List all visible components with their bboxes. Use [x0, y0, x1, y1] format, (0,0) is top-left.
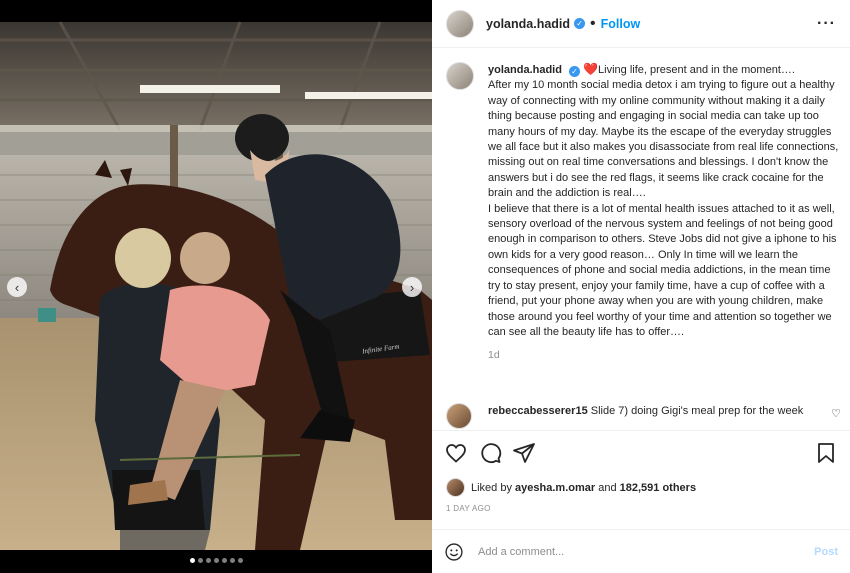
add-comment-input[interactable]	[476, 544, 815, 559]
carousel-dot	[237, 558, 243, 563]
caption-avatar[interactable]	[446, 62, 474, 90]
caption-timestamp[interactable]: 1d	[488, 348, 841, 363]
comment-text: Slide 7) doing Gigi's meal prep for the …	[590, 405, 804, 417]
separator-dot: •	[590, 14, 596, 32]
post-date[interactable]: 1 DAY AGO	[446, 504, 491, 513]
post-comment-button[interactable]: Post	[814, 546, 838, 558]
liker-username[interactable]: ayesha.m.omar	[515, 482, 595, 494]
comment-username[interactable]: rebeccabesserer15	[488, 405, 588, 417]
header-username[interactable]: yolanda.hadid	[486, 17, 570, 31]
comment-bubble-icon[interactable]	[478, 441, 502, 465]
carousel-dots	[0, 558, 432, 563]
likes-connector: and	[598, 481, 617, 494]
heart-emoji-icon: ❤️	[583, 62, 599, 76]
carousel-next-button[interactable]: ›	[402, 277, 422, 297]
post-actions	[432, 430, 850, 474]
chevron-right-icon: ›	[409, 279, 415, 295]
emoji-smiley-icon[interactable]	[444, 542, 464, 562]
comment-like-icon[interactable]: ♡	[831, 407, 841, 420]
instagram-post-modal: ‹ › Infinite Farm yolanda.hadid ✓ • Foll…	[0, 0, 850, 573]
caption-body: yolanda.hadid ✓ ❤️Living life, present a…	[488, 62, 841, 364]
likes-text: Liked by ayesha.m.omar and 182,591 other…	[471, 482, 696, 494]
post-side-panel: yolanda.hadid ✓ • Follow ··· yolanda.had…	[432, 0, 850, 573]
likes-count-link[interactable]: 182,591 others	[620, 482, 696, 494]
carousel-dot	[213, 558, 219, 563]
more-options-icon[interactable]: ···	[817, 15, 836, 33]
carousel-dot	[229, 558, 235, 563]
caption-username[interactable]: yolanda.hadid	[488, 64, 562, 76]
caption-text: Living life, present and in the moment….…	[488, 64, 839, 338]
chevron-left-icon: ‹	[14, 279, 20, 295]
share-paper-plane-icon[interactable]	[512, 441, 536, 465]
carousel-dot	[221, 558, 227, 563]
caption: yolanda.hadid ✓ ❤️Living life, present a…	[446, 62, 841, 364]
liker-avatar[interactable]	[446, 478, 465, 497]
follow-button[interactable]: Follow	[601, 17, 641, 31]
like-heart-icon[interactable]	[444, 441, 468, 465]
photo-illustration	[0, 0, 432, 573]
carousel-dot	[197, 558, 203, 563]
verified-badge-icon: ✓	[569, 66, 581, 78]
carousel-dot	[189, 558, 195, 563]
post-header: yolanda.hadid ✓ • Follow ···	[432, 0, 850, 48]
carousel-prev-button[interactable]: ‹	[7, 277, 27, 297]
commenter-avatar[interactable]	[446, 403, 472, 429]
comment-row: rebeccabesserer15 Slide 7) doing Gigi's …	[446, 403, 841, 429]
post-photo[interactable]: ‹ › Infinite Farm	[0, 0, 432, 573]
comment-text-block: rebeccabesserer15 Slide 7) doing Gigi's …	[488, 403, 803, 419]
verified-badge-icon: ✓	[574, 18, 586, 29]
carousel-dot	[205, 558, 211, 563]
add-comment-bar: Post	[432, 529, 850, 573]
likes-prefix: Liked by	[471, 481, 512, 494]
bookmark-icon[interactable]	[814, 441, 838, 465]
likes-summary: Liked by ayesha.m.omar and 182,591 other…	[446, 478, 696, 497]
avatar[interactable]	[446, 9, 474, 38]
